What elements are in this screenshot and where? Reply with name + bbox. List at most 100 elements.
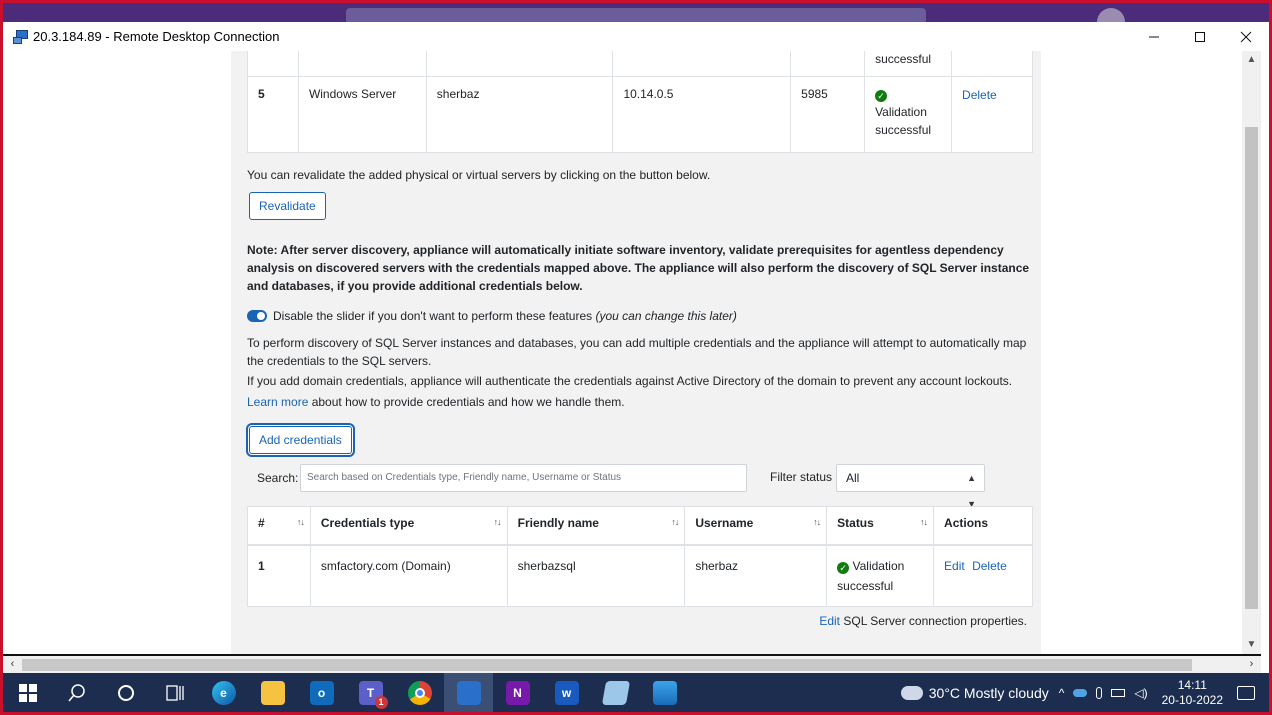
taskbar-teams[interactable]: T 1 — [346, 673, 395, 712]
check-circle-icon: ✓ — [837, 561, 850, 574]
feature-toggle[interactable] — [247, 310, 267, 322]
search-label: Search: — [257, 471, 299, 485]
row-index: 1 — [247, 544, 311, 607]
learn-more-link[interactable]: Learn more — [247, 395, 308, 409]
taskbar: e o T 1 N w 30°C Mostly cloudy ^ ◁) 14:1… — [3, 673, 1269, 712]
search-icon — [67, 683, 85, 701]
scroll-up-icon[interactable]: ▲ — [1242, 51, 1261, 69]
taskbar-photos[interactable] — [640, 673, 689, 712]
friendly-name-cell: sherbazsql — [506, 544, 686, 607]
scroll-right-icon[interactable]: › — [1242, 656, 1261, 673]
edit-credential-link[interactable]: Edit — [944, 559, 965, 573]
discovery-note: Note: After server discovery, appliance … — [247, 243, 1030, 293]
revalidate-button[interactable]: Revalidate — [249, 192, 326, 220]
credentials-type-cell: smfactory.com (Domain) — [309, 544, 508, 607]
onedrive-icon[interactable] — [1073, 688, 1088, 697]
teams-badge: 1 — [374, 695, 388, 709]
search-filter-row: Search: Search based on Credentials type… — [247, 463, 1033, 509]
clock[interactable]: 14:11 20-10-2022 — [1162, 678, 1223, 708]
cloud-icon — [896, 679, 923, 700]
chrome-icon — [407, 680, 432, 705]
slider-row: Disable the slider if you don't want to … — [247, 307, 737, 325]
edit-connection-link[interactable]: Edit — [819, 614, 840, 628]
header-username[interactable]: Username ↑↓ — [684, 506, 828, 546]
header-friendly-name[interactable]: Friendly name ↑↓ — [506, 506, 686, 546]
edge-icon: e — [211, 680, 236, 705]
username-cell: sherbaz — [684, 544, 828, 607]
header-index[interactable]: # ↑↓ — [247, 506, 311, 546]
ip-cell: 10.14.0.5 — [612, 76, 792, 153]
add-credentials-button[interactable]: Add credentials — [249, 426, 352, 454]
header-actions: Actions — [933, 506, 1033, 546]
vertical-scrollbar[interactable]: ▲ ▼ — [1242, 51, 1261, 654]
check-circle-icon: ✓ — [875, 90, 888, 102]
header-credentials-type[interactable]: Credentials type ↑↓ — [309, 506, 508, 546]
actions-cell: Edit Delete — [933, 544, 1033, 607]
scroll-down-icon[interactable]: ▼ — [1242, 636, 1261, 654]
table-row: 1 smfactory.com (Domain) sherbazsql sher… — [247, 544, 1033, 607]
close-button[interactable] — [1223, 22, 1269, 51]
servers-table: successful 5 Windows Server sherbaz 10.1… — [247, 51, 1033, 153]
start-button[interactable] — [3, 673, 52, 712]
username-cell: sherbaz — [425, 76, 614, 153]
sort-icon: ↑↓ — [493, 517, 502, 527]
chevron-up-icon[interactable]: ^ — [1059, 686, 1065, 700]
battery-icon[interactable] — [1111, 688, 1126, 697]
credentials-table: # ↑↓ Credentials type ↑↓ Friendly name ↑↓ U… — [247, 506, 1033, 607]
taskbar-onenote[interactable]: N — [493, 673, 542, 712]
delete-credential-link[interactable]: Delete — [972, 559, 1007, 573]
onenote-icon: N — [505, 680, 530, 705]
host-avatar — [1097, 8, 1125, 22]
word-icon: w — [554, 680, 579, 705]
row-index: 5 — [247, 76, 299, 153]
minimize-button[interactable] — [1131, 22, 1177, 51]
cortana-button[interactable] — [101, 673, 150, 712]
clock-time: 14:11 — [1177, 677, 1207, 692]
windows-logo-icon — [18, 683, 37, 702]
window-title: 20.3.184.89 - Remote Desktop Connection — [33, 29, 280, 44]
learn-more-line: Learn more about how to provide credenti… — [247, 395, 625, 409]
horizontal-scrollbar[interactable]: ‹ › — [3, 656, 1261, 673]
os-cell: Windows Server — [297, 76, 427, 153]
sort-icon: ↑↓ — [813, 517, 821, 527]
taskbar-search-button[interactable] — [52, 673, 101, 712]
revalidate-description: You can revalidate the added physical or… — [247, 168, 711, 182]
remote-desktop-icon — [456, 680, 481, 705]
header-status[interactable]: Status ↑↓ — [826, 506, 935, 546]
cortana-icon — [117, 684, 134, 701]
taskbar-word[interactable]: w — [542, 673, 591, 712]
taskbar-chrome[interactable] — [395, 673, 444, 712]
maximize-button[interactable] — [1177, 22, 1223, 51]
sort-icon: ↑↓ — [296, 517, 305, 527]
microphone-icon[interactable] — [1096, 686, 1103, 699]
task-view-button[interactable] — [150, 673, 199, 712]
search-input[interactable]: Search based on Credentials type, Friend… — [300, 464, 747, 492]
vertical-scroll-thumb[interactable] — [1245, 127, 1258, 609]
taskbar-notes[interactable] — [591, 673, 640, 712]
slider-label: Disable the slider if you don't want to … — [273, 309, 593, 323]
taskbar-outlook[interactable]: o — [297, 673, 346, 712]
weather-widget[interactable]: 30°C Mostly cloudy — [896, 679, 1049, 701]
scroll-left-icon[interactable]: ‹ — [3, 656, 22, 673]
table-row: successful — [247, 51, 1033, 77]
appliance-config-page: successful 5 Windows Server sherbaz 10.1… — [231, 51, 1041, 654]
folder-icon — [260, 680, 285, 705]
horizontal-scroll-thumb[interactable] — [22, 659, 1192, 671]
delete-server-link[interactable]: Delete — [962, 86, 997, 104]
status-cell: ✓ Validation successful — [826, 544, 935, 607]
taskbar-file-explorer[interactable] — [248, 673, 297, 712]
notification-icon[interactable] — [1237, 685, 1255, 700]
taskbar-edge[interactable]: e — [199, 673, 248, 712]
teams-icon: T 1 — [358, 680, 388, 709]
sql-info-paragraph: To perform discovery of SQL Server insta… — [247, 336, 1027, 368]
volume-icon[interactable]: ◁) — [1134, 686, 1147, 700]
filter-status-select[interactable]: All ▲ ▼ — [836, 464, 985, 509]
clock-date: 20-10-2022 — [1161, 692, 1223, 707]
status-cell: successful — [864, 51, 953, 77]
maximize-icon — [1195, 31, 1205, 42]
action-cell: Delete — [951, 76, 1033, 153]
taskbar-remote-desktop[interactable] — [444, 673, 493, 712]
domain-info-paragraph: If you add domain credentials, appliance… — [247, 374, 1013, 388]
weather-temp: 30°C — [928, 684, 961, 701]
sort-icon: ↑↓ — [671, 517, 679, 527]
